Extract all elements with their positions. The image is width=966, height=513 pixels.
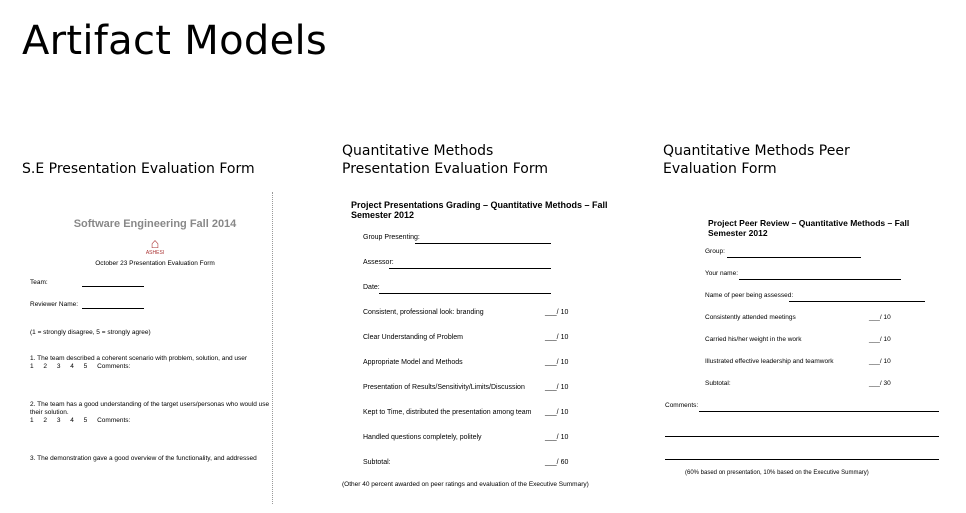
criterion-score: ___/ 10 [545, 434, 569, 441]
criterion-score: ___/ 30 [869, 380, 891, 387]
criterion-score: ___/ 10 [545, 409, 569, 416]
form-header: Project Peer Review – Quantitative Metho… [708, 218, 910, 238]
criterion-label: Handled questions completely, politely [363, 434, 482, 441]
qm-peer-review-form-image: Project Peer Review – Quantitative Metho… [665, 218, 945, 476]
field-label: Group: [705, 248, 725, 255]
university-seal-icon: ⌂ [150, 235, 160, 251]
comment-line [665, 424, 939, 437]
criterion-label: Carried his/her weight in the work [705, 336, 802, 343]
your-name-field: Your name: [705, 270, 945, 282]
group-presenting-field: Group Presenting: [363, 234, 632, 246]
criterion-label: Presentation of Results/Sensitivity/Limi… [363, 384, 525, 391]
seal-text: ASHESI [145, 250, 165, 256]
criterion-row: Kept to Time, distributed the presentati… [363, 409, 632, 421]
criterion-row: Presentation of Results/Sensitivity/Limi… [363, 384, 632, 396]
criterion-label: Kept to Time, distributed the presentati… [363, 409, 532, 416]
date-field: Date: [363, 284, 632, 296]
form-header: Project Presentations Grading – Quantita… [351, 200, 608, 220]
criterion-label: Subtotal: [705, 380, 731, 387]
form-header: Software Engineering Fall 2014 [73, 218, 237, 230]
caption-qm-presentation-form: Quantitative Methods Presentation Evalua… [342, 142, 548, 178]
criterion-row: Clear Understanding of Problem ___/ 10 [363, 334, 632, 346]
criterion-score: ___/ 60 [545, 459, 569, 466]
criterion-score: ___/ 10 [869, 314, 891, 321]
caption-line: S.E Presentation Evaluation Form [22, 161, 255, 177]
question-1: 1. The team described a coherent scenari… [30, 355, 248, 362]
caption-line: Evaluation Form [663, 161, 777, 177]
field-line [789, 301, 925, 302]
field-line [379, 293, 551, 294]
question-3: 3. The demonstration gave a good overvie… [30, 455, 257, 462]
criterion-row: Consistent, professional look: branding _… [363, 309, 632, 321]
divider [272, 192, 273, 504]
criterion-row: Carried his/her weight in the work ___/ 1… [705, 336, 945, 348]
reviewer-field: Reviewer Name: [30, 301, 270, 311]
criterion-score: ___/ 10 [545, 309, 569, 316]
comment-line [665, 447, 939, 460]
assessor-field: Assessor: [363, 259, 632, 271]
criterion-score: ___/ 10 [545, 384, 569, 391]
criterion-score: ___/ 10 [869, 358, 891, 365]
field-label: Assessor: [363, 259, 394, 266]
caption-line: Quantitative Methods Peer [663, 143, 850, 159]
criterion-row: Appropriate Model and Methods ___/ 10 [363, 359, 632, 371]
criterion-label: Consistent, professional look: branding [363, 309, 484, 316]
peer-name-field: Name of peer being assessed: [705, 292, 945, 304]
rating-scale: 1 2 3 4 5 Comments: [30, 363, 131, 370]
form-note: (Other 40 percent awarded on peer rating… [342, 481, 589, 488]
qm-presentation-form-image: Project Presentations Grading – Quantita… [342, 200, 632, 488]
field-label: Group Presenting: [363, 234, 420, 241]
field-line [739, 279, 901, 280]
group-field: Group: [705, 248, 945, 260]
se-evaluation-form-image: Software Engineering Fall 2014 ⌂ ASHESI … [30, 218, 270, 463]
criterion-score: ___/ 10 [545, 334, 569, 341]
criterion-label: Illustrated effective leadership and tea… [705, 358, 834, 365]
field-line [389, 268, 551, 269]
field-label: Your name: [705, 270, 739, 277]
caption-line: Quantitative Methods [342, 143, 494, 159]
comments-field: Comments: [665, 402, 945, 414]
field-line [82, 308, 144, 309]
field-label: Comments: [665, 402, 699, 409]
criterion-label: Consistently attended meetings [705, 314, 796, 321]
question-2: 2. The team has a good understanding of … [30, 401, 270, 416]
slide-title: Artifact Models [22, 18, 328, 64]
scale-note: (1 = strongly disagree, 5 = strongly agr… [30, 329, 151, 336]
criterion-row: Consistently attended meetings ___/ 10 [705, 314, 945, 326]
caption-qm-peer-form: Quantitative Methods Peer Evaluation For… [663, 142, 850, 178]
field-label: Name of peer being assessed: [705, 292, 794, 299]
field-label: Reviewer Name: [30, 301, 79, 308]
caption-line: Presentation Evaluation Form [342, 161, 548, 177]
rating-scale: 1 2 3 4 5 Comments: [30, 417, 131, 424]
criterion-label: Clear Understanding of Problem [363, 334, 463, 341]
caption-se-form: S.E Presentation Evaluation Form [22, 160, 255, 178]
subtotal-row: Subtotal: ___/ 60 [363, 459, 632, 471]
criterion-label: Subtotal: [363, 459, 391, 466]
criterion-score: ___/ 10 [869, 336, 891, 343]
field-label: Team: [30, 279, 48, 286]
form-note: (60% based on presentation, 10% based on… [685, 470, 869, 476]
team-field: Team: [30, 279, 270, 289]
field-label: Date: [363, 284, 380, 291]
field-line [699, 411, 939, 412]
criterion-label: Appropriate Model and Methods [363, 359, 463, 366]
form-subtitle: October 23 Presentation Evaluation Form [95, 260, 215, 267]
criterion-row: Handled questions completely, politely __… [363, 434, 632, 446]
criterion-row: Illustrated effective leadership and tea… [705, 358, 945, 370]
field-line [82, 286, 144, 287]
criterion-score: ___/ 10 [545, 359, 569, 366]
field-line [415, 243, 551, 244]
field-line [727, 257, 861, 258]
subtotal-row: Subtotal: ___/ 30 [705, 380, 945, 392]
